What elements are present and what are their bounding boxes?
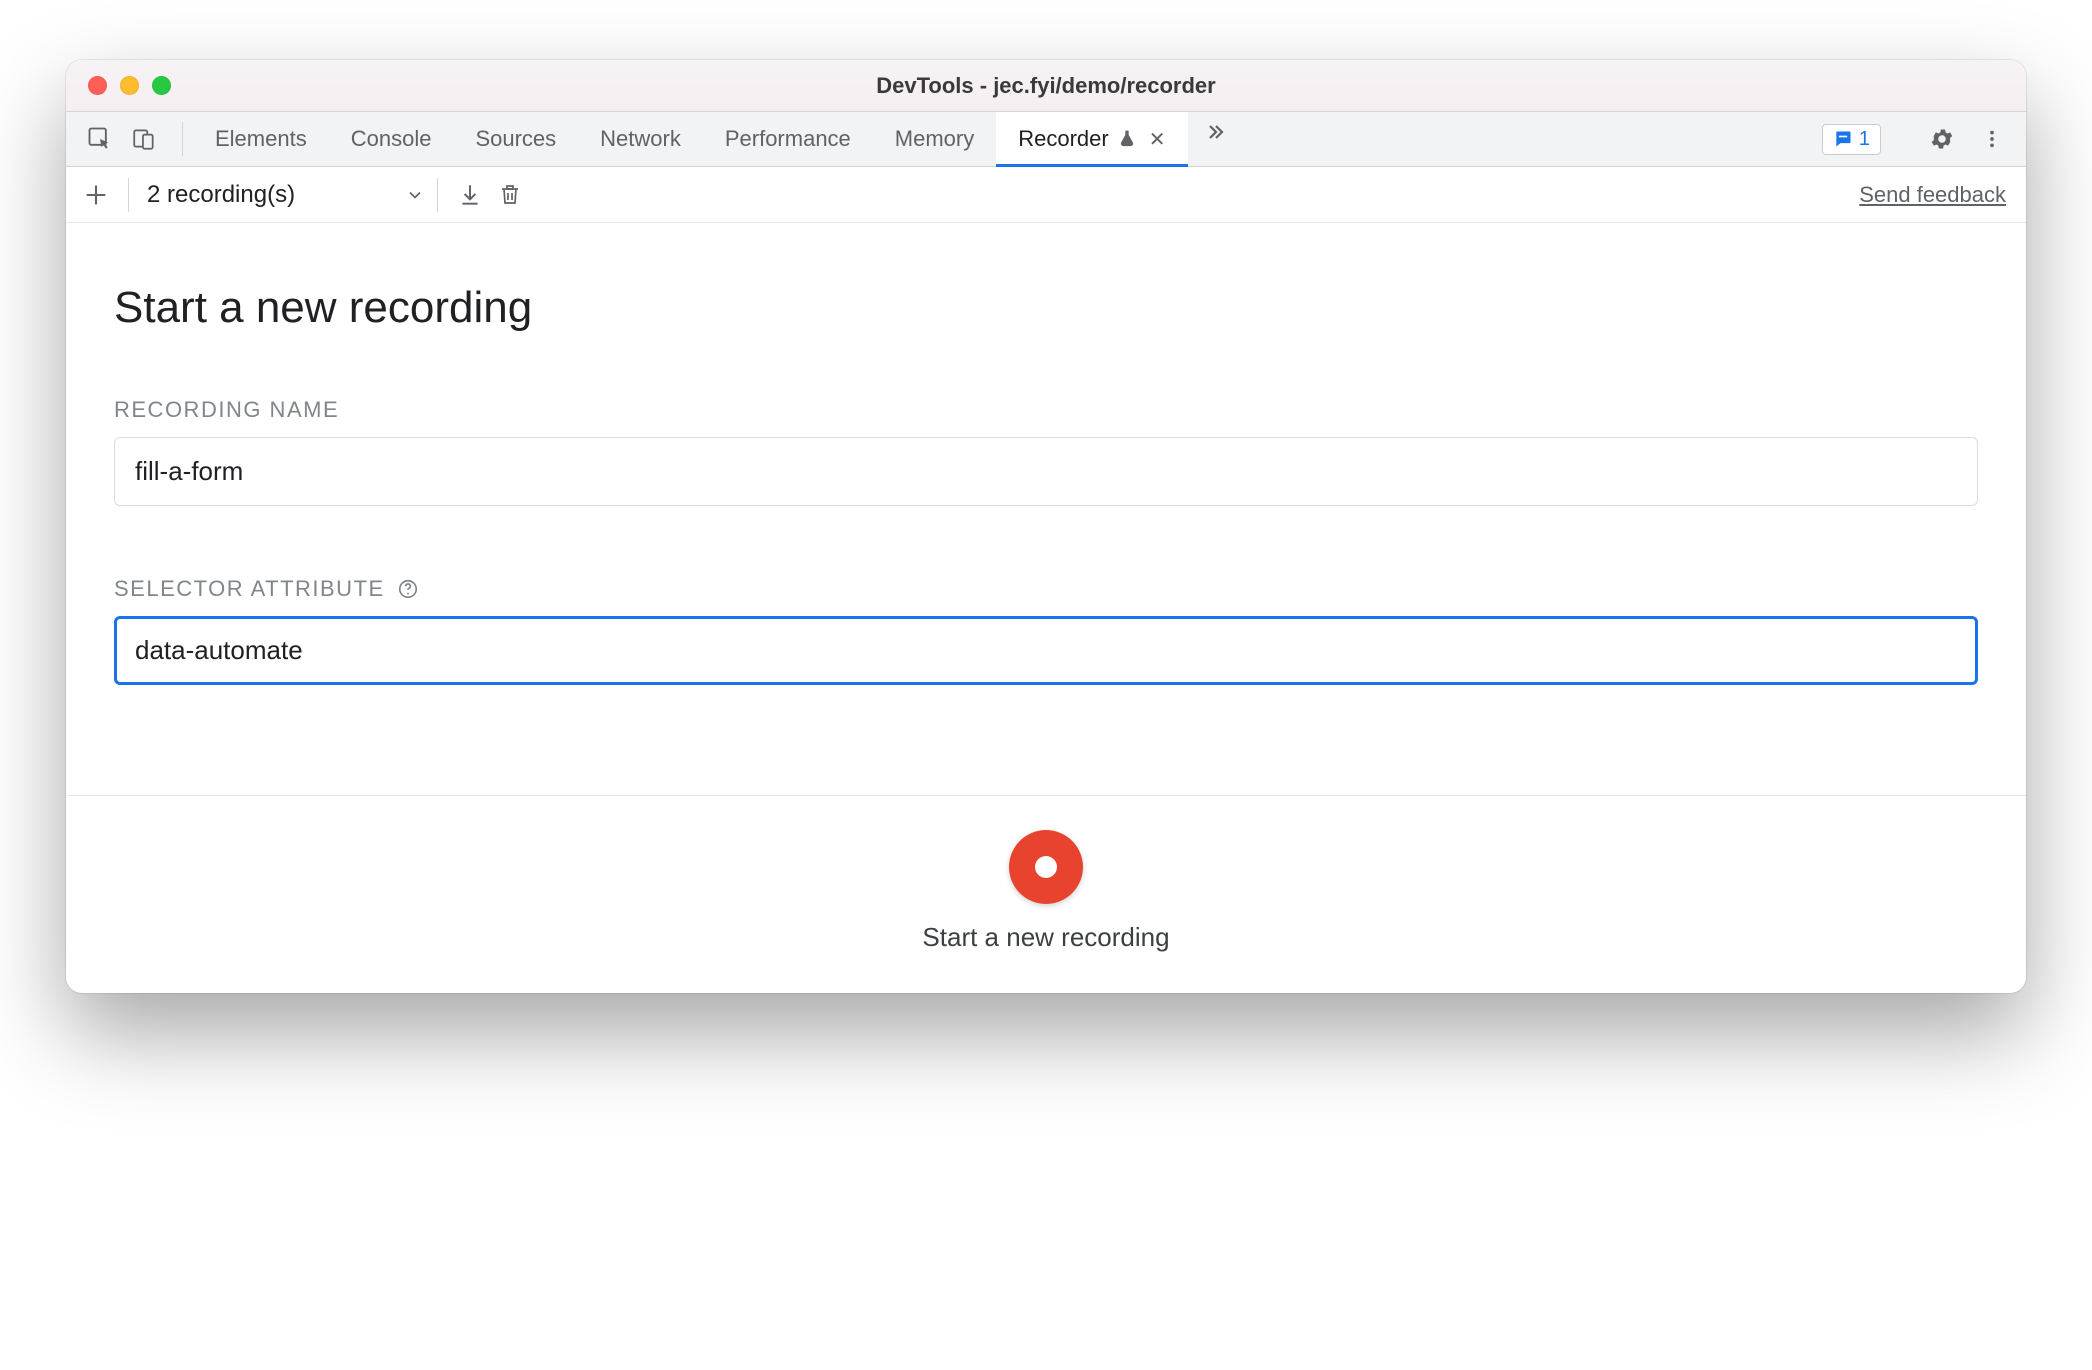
tab-label: Recorder xyxy=(1018,126,1108,152)
divider xyxy=(437,178,438,212)
tab-network[interactable]: Network xyxy=(578,112,703,166)
tab-elements[interactable]: Elements xyxy=(193,112,329,166)
recorder-toolbar: 2 recording(s) Send feedback xyxy=(66,167,2026,223)
tab-label: Performance xyxy=(725,126,851,152)
tab-label: Memory xyxy=(895,126,974,152)
recordings-count-label: 2 recording(s) xyxy=(147,181,295,209)
tab-label: Elements xyxy=(215,126,307,152)
recorder-content: Start a new recording RECORDING NAME SEL… xyxy=(66,223,2026,795)
label-text: RECORDING NAME xyxy=(114,397,339,423)
recordings-dropdown[interactable]: 2 recording(s) xyxy=(141,181,425,209)
zoom-window-button[interactable] xyxy=(152,76,171,95)
kebab-menu-icon[interactable] xyxy=(1972,119,2012,159)
delete-icon[interactable] xyxy=(490,175,530,215)
window-controls xyxy=(88,76,171,95)
window-title: DevTools - jec.fyi/demo/recorder xyxy=(66,73,2026,99)
tab-label: Sources xyxy=(475,126,556,152)
recording-name-input[interactable] xyxy=(114,437,1978,506)
recorder-footer: Start a new recording xyxy=(66,795,2026,993)
titlebar: DevTools - jec.fyi/demo/recorder xyxy=(66,60,2026,112)
tab-performance[interactable]: Performance xyxy=(703,112,873,166)
minimize-window-button[interactable] xyxy=(120,76,139,95)
record-dot-icon xyxy=(1035,856,1057,878)
tab-memory[interactable]: Memory xyxy=(873,112,996,166)
start-recording-label: Start a new recording xyxy=(922,922,1169,953)
new-recording-button[interactable] xyxy=(76,175,116,215)
start-recording-button[interactable] xyxy=(1009,830,1083,904)
recording-name-label: RECORDING NAME xyxy=(114,397,1978,423)
tab-label: Network xyxy=(600,126,681,152)
tab-console[interactable]: Console xyxy=(329,112,454,166)
devtools-window: DevTools - jec.fyi/demo/recorder Element… xyxy=(66,60,2026,993)
close-window-button[interactable] xyxy=(88,76,107,95)
recording-name-field: RECORDING NAME xyxy=(114,397,1978,506)
selector-attribute-field: SELECTOR ATTRIBUTE xyxy=(114,576,1978,685)
settings-icon[interactable] xyxy=(1922,119,1962,159)
export-icon[interactable] xyxy=(450,175,490,215)
device-toolbar-icon[interactable] xyxy=(124,119,164,159)
tabstrip-right-tools: 1 xyxy=(1791,112,2012,166)
issues-count: 1 xyxy=(1859,128,1870,151)
more-tabs-icon[interactable] xyxy=(1194,112,1234,152)
tab-label: Console xyxy=(351,126,432,152)
help-icon[interactable] xyxy=(397,578,419,600)
label-text: SELECTOR ATTRIBUTE xyxy=(114,576,385,602)
send-feedback-link[interactable]: Send feedback xyxy=(1859,182,2006,207)
divider xyxy=(128,178,129,212)
close-tab-icon[interactable]: ✕ xyxy=(1149,127,1166,152)
issues-button[interactable]: 1 xyxy=(1822,124,1881,155)
panel-tabs: Elements Console Sources Network Perform… xyxy=(193,112,1188,166)
tab-sources[interactable]: Sources xyxy=(453,112,578,166)
chevron-down-icon xyxy=(405,185,425,205)
inspect-element-icon[interactable] xyxy=(80,119,120,159)
divider xyxy=(182,122,183,156)
tab-recorder[interactable]: Recorder ✕ xyxy=(996,112,1187,166)
tabstrip-left-tools xyxy=(80,112,172,166)
devtools-tabstrip: Elements Console Sources Network Perform… xyxy=(66,112,2026,167)
page-title: Start a new recording xyxy=(114,283,1978,333)
selector-attribute-label: SELECTOR ATTRIBUTE xyxy=(114,576,1978,602)
selector-attribute-input[interactable] xyxy=(114,616,1978,685)
flask-icon xyxy=(1117,129,1137,149)
